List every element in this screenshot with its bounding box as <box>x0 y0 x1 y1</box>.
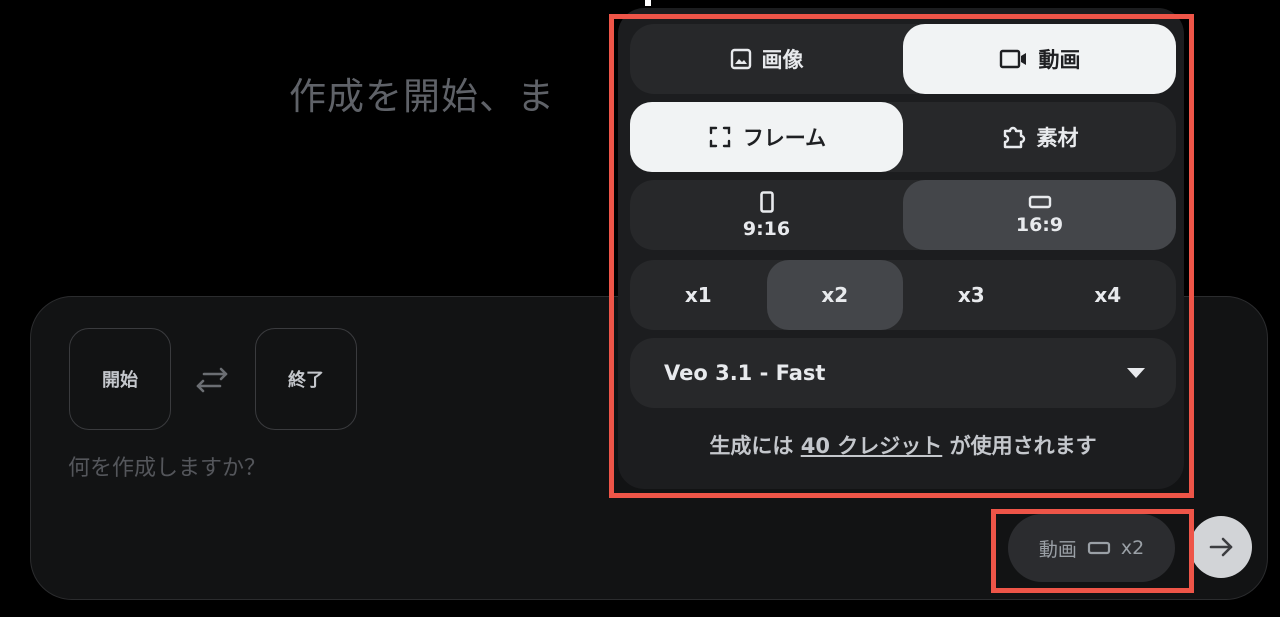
landscape-frame-icon <box>1087 541 1110 555</box>
source-frames[interactable]: フレーム <box>630 102 903 172</box>
page-heading: 作成を開始、ま <box>289 75 555 118</box>
credit-prefix: 生成には <box>709 434 794 458</box>
send-button[interactable] <box>1190 516 1252 578</box>
swap-arrows-icon-graphic <box>196 367 228 393</box>
media-type-toggle: 画像 動画 <box>630 24 1176 94</box>
start-frame-label: 開始 <box>102 370 138 391</box>
source-ingredients[interactable]: 素材 <box>903 102 1176 172</box>
model-select-value: Veo 3.1 - Fast <box>664 361 826 385</box>
count-x2[interactable]: x2 <box>766 260 903 330</box>
count-x4-label: x4 <box>1094 283 1122 307</box>
generation-settings-chip[interactable]: 動画 x2 <box>1008 514 1175 582</box>
media-type-image[interactable]: 画像 <box>630 24 903 94</box>
credit-suffix: が使用されます <box>949 434 1097 458</box>
prompt-input[interactable] <box>68 450 588 486</box>
count-x1[interactable]: x1 <box>630 260 767 330</box>
arrow-right-icon <box>1209 537 1233 557</box>
count-x2-label: x2 <box>821 283 849 307</box>
mouse-cursor-tip <box>645 0 651 6</box>
source-toggle: フレーム 素材 <box>630 102 1176 172</box>
aspect-16-9[interactable]: 16:9 <box>903 180 1176 250</box>
count-x3[interactable]: x3 <box>903 260 1040 330</box>
count-x4[interactable]: x4 <box>1040 260 1177 330</box>
video-camera-icon <box>999 49 1026 69</box>
app-root: 作成を開始、ま 開始 終了 動画 x2 <box>0 0 1280 617</box>
source-frames-label: フレーム <box>742 126 827 150</box>
portrait-frame-icon <box>759 191 774 213</box>
dropdown-triangle-icon <box>1127 368 1145 378</box>
media-type-image-label: 画像 <box>761 48 804 72</box>
puzzle-piece-icon <box>1003 126 1025 149</box>
media-type-video[interactable]: 動画 <box>903 24 1176 94</box>
aspect-ratio-toggle: 9:16 16:9 <box>630 180 1176 250</box>
count-x3-label: x3 <box>957 283 985 307</box>
aspect-9-16[interactable]: 9:16 <box>630 180 903 250</box>
aspect-9-16-label: 9:16 <box>742 218 791 240</box>
credit-usage-note: 生成には 40 クレジット が使用されます <box>630 430 1176 460</box>
aspect-16-9-label: 16:9 <box>1015 214 1064 236</box>
end-frame-label: 終了 <box>288 370 324 391</box>
mode-chip-count: x2 <box>1120 537 1145 559</box>
model-select[interactable]: Veo 3.1 - Fast <box>630 338 1176 408</box>
start-frame-button[interactable]: 開始 <box>69 328 171 430</box>
source-ingredients-label: 素材 <box>1036 126 1079 150</box>
mode-chip-label: 動画 <box>1038 538 1077 561</box>
count-x1-label: x1 <box>684 283 712 307</box>
credits-link[interactable]: 40 クレジット <box>801 434 943 458</box>
image-icon <box>730 48 751 70</box>
output-count-toggle: x1 x2 x3 x4 <box>630 260 1176 330</box>
media-type-video-label: 動画 <box>1038 48 1081 72</box>
landscape-frame-icon <box>1028 195 1051 209</box>
frame-corners-icon <box>709 126 731 148</box>
swap-arrows-icon[interactable] <box>192 362 232 398</box>
end-frame-button[interactable]: 終了 <box>255 328 357 430</box>
